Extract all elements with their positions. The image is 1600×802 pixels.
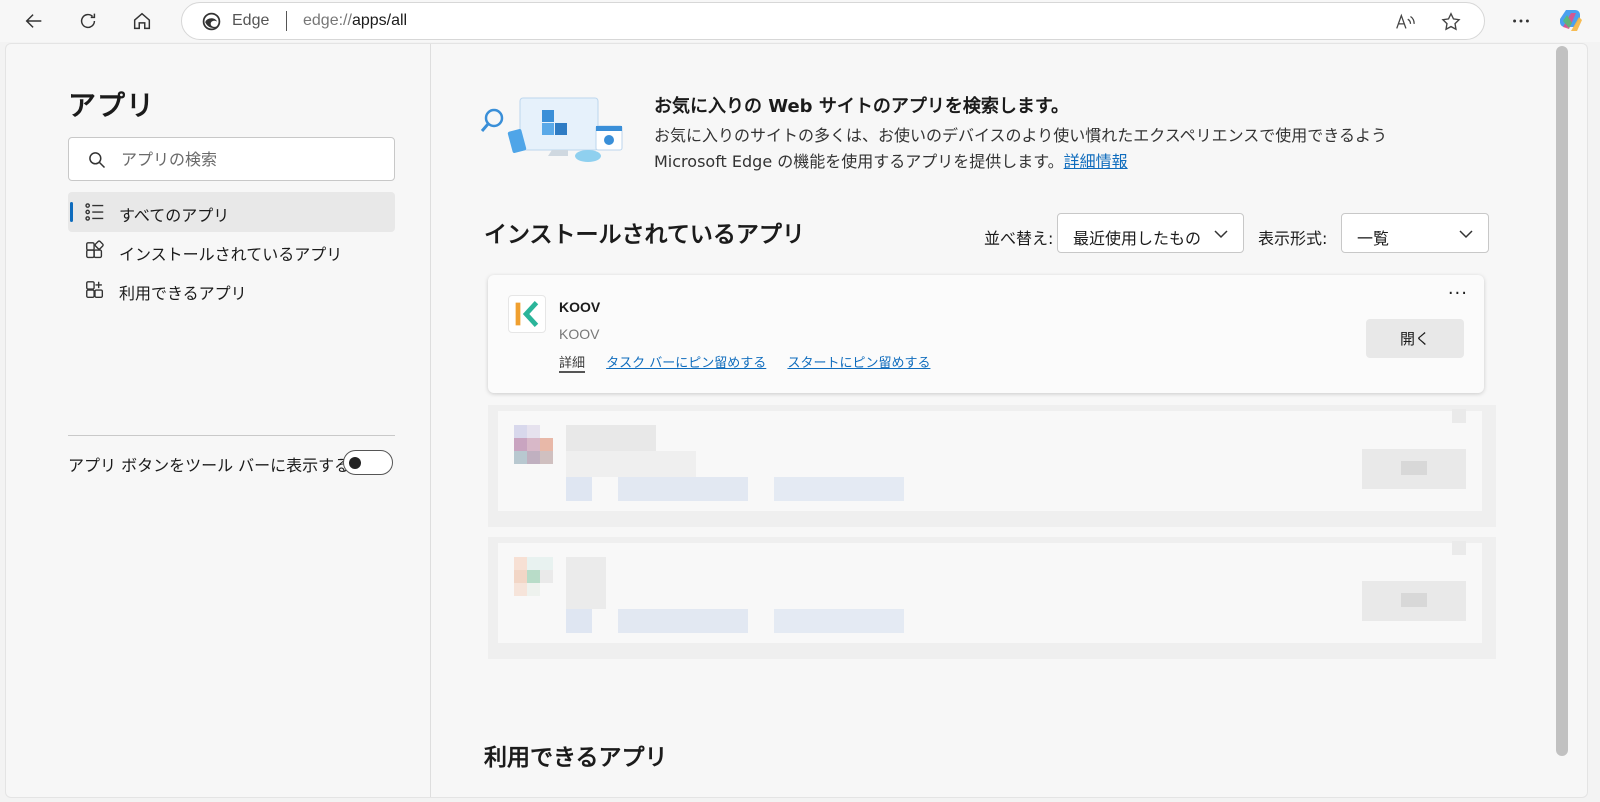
app-name: KOOV [559,299,601,315]
sidebar-item-label: 利用できるアプリ [119,284,247,303]
apps-icon [86,240,104,259]
search-box[interactable] [68,137,395,181]
back-arrow-icon [25,14,42,28]
back-button[interactable] [18,5,50,37]
app-details-link[interactable]: 詳細 [559,356,586,373]
edge-logo-icon [202,12,221,31]
sort-value: 最近使用したもの [1073,229,1202,248]
copilot-icon[interactable] [1557,7,1585,35]
available-apps-heading: 利用できるアプリ [484,745,668,771]
app-more-options-button[interactable]: ··· [1448,283,1468,304]
pin-taskbar-link[interactable]: タスク バーにピン留めする [606,356,766,371]
search-input[interactable] [121,146,381,172]
browser-toolbar: Edge edge://apps/all [0,0,1600,42]
address-separator [286,11,287,31]
home-button[interactable] [126,5,158,37]
promo-description: お気に入りのサイトの多くは、お使いのデバイスのより使い慣れたエクスペリエンスで使… [654,126,1387,171]
koov-app-icon [508,295,546,333]
address-bar[interactable]: Edge edge://apps/all [181,2,1485,40]
page-frame: アプリ すべてのアプリ インストールされているアプリ 利用できるアプリ アプリ … [5,43,1588,798]
toggle-label: アプリ ボタンをツール バーに表示する [68,456,351,475]
site-name: Edge [232,12,270,29]
pin-start-link[interactable]: スタートにピン留めする [787,356,930,371]
installed-apps-heading: インストールされているアプリ [484,222,805,248]
sidebar-item-available-apps[interactable]: 利用できるアプリ [68,270,395,310]
chevron-down-icon [1214,230,1228,239]
more-dots-icon [1513,19,1529,23]
open-app-button[interactable]: 開く [1366,319,1464,358]
sidebar-title: アプリ [68,89,156,122]
app-card-koov: KOOV KOOV 詳細 タスク バーにピン留めする スタートにピン留めする ·… [488,275,1484,393]
apps-illustration [480,97,623,162]
show-apps-button-toggle[interactable] [343,450,393,475]
refresh-icon [80,13,96,29]
sidebar-item-label: すべてのアプリ [119,206,230,225]
favorite-star-icon[interactable] [1440,11,1462,33]
chevron-down-icon [1459,230,1473,239]
search-icon [89,152,106,169]
sidebar: アプリ すべてのアプリ インストールされているアプリ 利用できるアプリ アプリ … [6,44,431,797]
read-aloud-icon[interactable] [1394,11,1416,33]
apps-add-icon [86,281,104,299]
refresh-button[interactable] [72,5,104,37]
list-icon [85,203,104,221]
app-publisher: KOOV [559,326,600,342]
toggle-knob [349,457,361,469]
home-icon [133,12,151,30]
learn-more-link[interactable]: 詳細情報 [1064,152,1128,171]
view-value: 一覧 [1357,229,1390,248]
view-dropdown[interactable]: 一覧 [1341,213,1489,253]
main-content: お気に入りの Web サイトのアプリを検索します。 お気に入りのサイトの多くは、… [432,44,1572,797]
app-links: 詳細 タスク バーにピン留めする スタートにピン留めする [559,352,947,373]
settings-more-button[interactable] [1505,5,1537,37]
view-label: 表示形式: [1258,229,1328,248]
sidebar-item-all-apps[interactable]: すべてのアプリ [68,192,395,232]
sidebar-item-installed-apps[interactable]: インストールされているアプリ [68,231,395,271]
sort-dropdown[interactable]: 最近使用したもの [1057,213,1244,253]
koov-logo-icon [515,301,539,327]
page-scrollbar[interactable] [1556,46,1568,756]
sort-label: 並べ替え: [984,229,1054,248]
promo-title: お気に入りの Web サイトのアプリを検索します。 [654,96,1070,117]
active-indicator [70,202,73,222]
sidebar-divider [68,435,395,436]
url-text: edge://apps/all [303,12,408,29]
blurred-app-card [488,405,1496,527]
blurred-app-card [488,537,1496,659]
sidebar-item-label: インストールされているアプリ [119,245,343,264]
